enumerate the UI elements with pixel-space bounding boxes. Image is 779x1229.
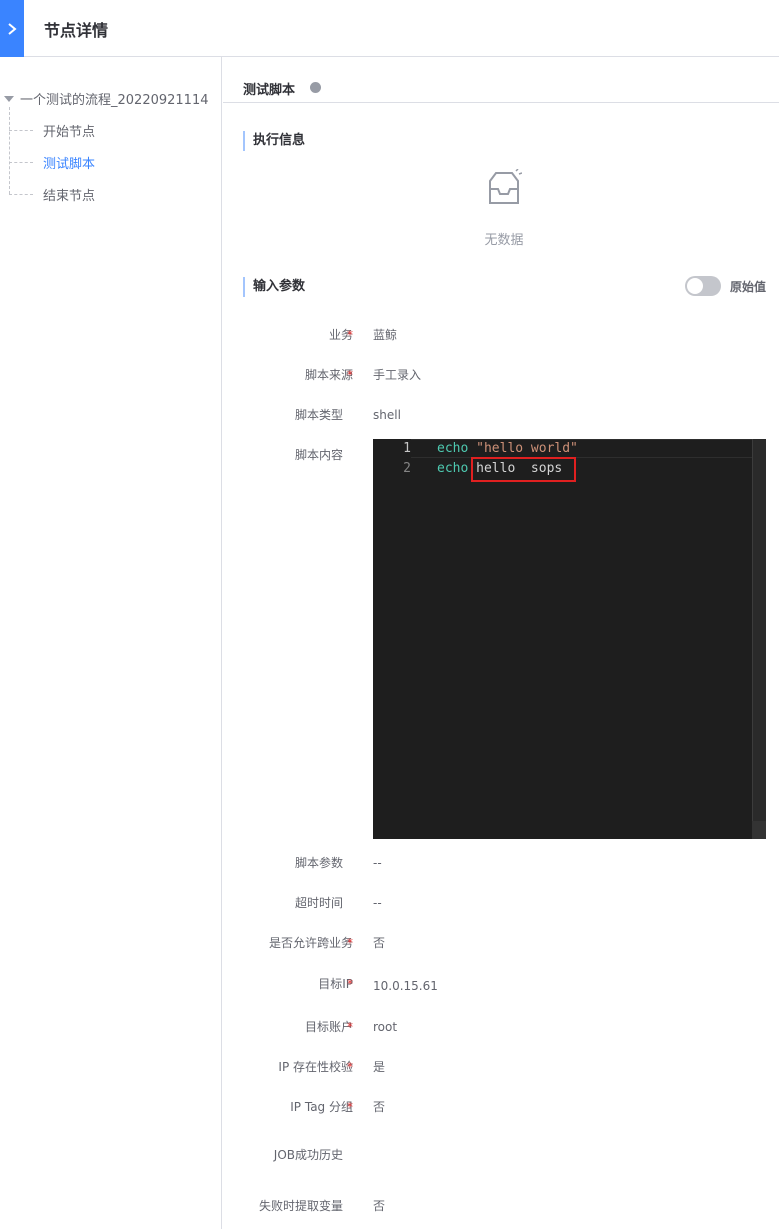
toggle-label: 原始值	[730, 279, 767, 294]
tree-root[interactable]: 一个测试的流程_20220921114	[4, 89, 208, 108]
exec-info-title: 执行信息	[243, 131, 305, 151]
node-title: 测试脚本	[243, 83, 296, 98]
field-value: 蓝鲸	[373, 328, 398, 342]
field-cross-business: 是否允许跨业务 * 否	[223, 933, 779, 953]
field-target-account: 目标账户 * root	[223, 1017, 779, 1037]
field-label: 脚本参数	[294, 856, 343, 870]
field-label: 目标账户	[304, 1020, 353, 1034]
node-detail-panel: 测试脚本 执行信息 无数据 输入参数 原始值 业务 * 蓝鲸 脚本来源 * 手工…	[223, 57, 779, 1229]
field-label: 脚本来源	[304, 368, 353, 382]
tree-dash	[9, 162, 33, 163]
editor-scrollbar[interactable]	[752, 439, 766, 839]
field-value: 10.0.15.61	[373, 979, 438, 993]
required-star: *	[347, 328, 353, 342]
code-text: echo "hello world"	[437, 439, 578, 459]
raw-value-toggle-group: 原始值	[685, 276, 766, 296]
code-keyword: echo	[437, 441, 469, 456]
node-title-bar: 测试脚本	[223, 57, 779, 103]
field-value: --	[373, 896, 382, 910]
tree-node-end[interactable]: 结束节点	[9, 185, 95, 204]
status-dot-icon	[310, 82, 321, 93]
chevron-right-icon	[8, 22, 17, 35]
field-job-history: JOB成功历史	[223, 1145, 779, 1165]
field-value: root	[373, 1020, 398, 1034]
field-label: IP 存在性校验	[278, 1060, 353, 1074]
page-title: 节点详情	[44, 21, 109, 40]
code-string: "hello world"	[468, 441, 578, 456]
required-star: *	[347, 977, 353, 991]
field-label: 脚本内容	[294, 448, 343, 462]
page-header: 节点详情	[0, 0, 779, 57]
field-label: 脚本类型	[294, 408, 343, 422]
node-tree: 一个测试的流程_20220921114 开始节点 测试脚本 结束节点	[0, 57, 222, 1229]
field-value: shell	[373, 408, 401, 422]
tree-node-label: 结束节点	[43, 189, 96, 204]
required-star: *	[347, 1020, 353, 1034]
field-extract-vars: 失败时提取变量 否	[223, 1196, 779, 1216]
raw-value-toggle[interactable]	[685, 276, 721, 296]
field-label: 超时时间	[294, 896, 343, 910]
tree-dash	[9, 130, 33, 131]
empty-text: 无数据	[484, 233, 524, 248]
tree-node-test-script[interactable]: 测试脚本	[9, 153, 95, 172]
highlight-annotation-box	[471, 457, 576, 482]
required-star: *	[347, 368, 353, 382]
code-keyword: echo	[437, 461, 469, 476]
tree-dash	[9, 194, 33, 195]
field-ip-check: IP 存在性校验 * 是	[223, 1057, 779, 1077]
caret-down-icon[interactable]	[4, 95, 14, 102]
required-star: *	[347, 1100, 353, 1114]
input-params-title: 输入参数	[243, 277, 305, 297]
field-label: 失败时提取变量	[258, 1199, 343, 1213]
field-script-type: 脚本类型 shell	[223, 405, 779, 425]
field-business: 业务 * 蓝鲸	[223, 325, 779, 345]
required-star: *	[347, 936, 353, 950]
line-number: 2	[403, 461, 411, 476]
field-target-ip: 目标IP * 10.0.15.61	[223, 974, 779, 994]
field-value: 手工录入	[373, 368, 422, 382]
field-value: 是	[373, 1060, 386, 1074]
field-ip-tag-group: IP Tag 分组 * 否	[223, 1097, 779, 1117]
field-label: JOB成功历史	[273, 1148, 343, 1162]
field-script-source: 脚本来源 * 手工录入	[223, 365, 779, 385]
field-value: 否	[373, 1199, 386, 1213]
required-star: *	[347, 1060, 353, 1074]
expand-panel-button[interactable]	[0, 0, 24, 57]
empty-box-icon	[489, 169, 522, 204]
toggle-knob	[687, 278, 703, 294]
code-line: 1 echo "hello world"	[373, 439, 766, 459]
script-code-editor[interactable]: 1 echo "hello world" 2 echo hello sops	[373, 439, 766, 839]
line-number: 1	[403, 441, 411, 456]
field-value: 否	[373, 936, 386, 950]
tree-node-start[interactable]: 开始节点	[9, 121, 95, 140]
field-script-params: 脚本参数 --	[223, 853, 779, 873]
tree-root-label: 一个测试的流程_20220921114	[20, 93, 209, 108]
field-value: --	[373, 856, 382, 870]
scrollbar-thumb[interactable]	[752, 821, 766, 839]
field-timeout: 超时时间 --	[223, 893, 779, 913]
tree-node-label: 开始节点	[43, 125, 96, 140]
field-value: 否	[373, 1100, 386, 1114]
field-label: IP Tag 分组	[290, 1100, 353, 1114]
tree-node-label: 测试脚本	[43, 157, 96, 172]
field-label: 是否允许跨业务	[268, 936, 353, 950]
